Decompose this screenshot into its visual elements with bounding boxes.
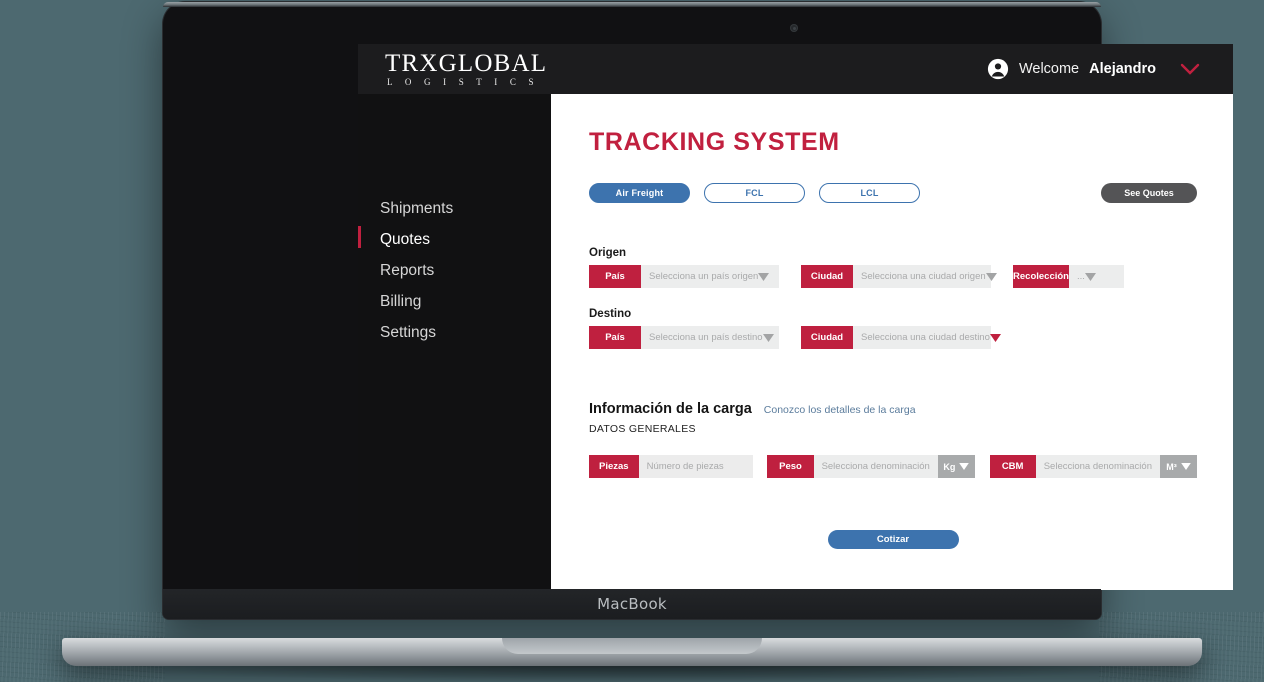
caret-down-icon [989,333,1001,342]
caret-down-icon [959,462,970,472]
sidebar-item-quotes[interactable]: Quotes [358,225,551,256]
pickup-placeholder: ... [1077,271,1085,282]
caret-down-icon [758,272,770,281]
sidebar-nav: Shipments Quotes Reports Billing Setting… [358,94,551,590]
origin-fields-row: País Selecciona un país origen Ciudad Se… [589,265,1197,288]
cargo-subtitle: DATOS GENERALES [589,423,696,435]
brand-logo-main: TRXGLOBAL [385,50,548,77]
caret-down-icon [985,272,997,281]
sidebar-item-label: Quotes [380,230,430,248]
sidebar-item-shipments[interactable]: Shipments [358,194,551,225]
cbm-unit-select[interactable]: M³ [1160,455,1197,478]
cotizar-label: Cotizar [876,534,910,545]
webcam-lens [792,26,796,30]
page-title: TRACKING SYSTEM [589,128,840,156]
pieces-tag: Piezas [589,455,639,478]
webcam-icon [790,24,798,32]
brand-logo[interactable]: TRXGLOBAL L O G I S T I C S [385,51,547,87]
destination-city-select[interactable]: Selecciona una ciudad destino [853,326,1001,349]
origin-country-select[interactable]: Selecciona un país origen [641,265,779,288]
tab-air-freight[interactable]: Air Freight [589,183,690,203]
cotizar-button[interactable]: Cotizar [827,530,959,549]
cbm-placeholder: Selecciona denominación [1043,461,1152,472]
user-name: Alejandro [1089,61,1156,77]
origin-section: Origen País Selecciona un país origen Ci… [589,247,1197,288]
tab-label: Air Freight [615,188,664,198]
weight-placeholder: Selecciona denominación [821,461,930,472]
caret-down-icon [1084,272,1096,281]
origin-city-placeholder: Selecciona una ciudad origen [861,271,986,282]
weight-input[interactable]: Selecciona denominación [813,455,938,478]
destination-country-select[interactable]: Selecciona un país destino [641,326,779,349]
cbm-unit-label: M³ [1166,461,1177,472]
main-content: TRACKING SYSTEM Air Freight FCL LCL See … [551,94,1233,590]
screen-viewport: TRXGLOBAL L O G I S T I C S Welcome Alej… [358,44,1233,590]
cbm-tag: CBM [989,455,1036,478]
freight-mode-tabs: Air Freight FCL LCL See Quotes [589,183,1197,203]
sidebar-item-settings[interactable]: Settings [358,318,551,349]
sidebar-item-label: Reports [380,261,435,279]
pickup-tag: Recolección [1013,265,1069,288]
tab-lcl[interactable]: LCL [819,183,920,203]
destination-country-tag: País [589,326,641,349]
device-brand-label: MacBook [597,595,667,613]
origin-country-placeholder: Selecciona un país origen [649,271,759,282]
origin-city-tag: Ciudad [801,265,853,288]
pickup-select[interactable]: ... [1069,265,1124,288]
tab-label: LCL [860,188,879,198]
laptop-lid: TRXGLOBAL L O G I S T I C S Welcome Alej… [163,2,1233,619]
sidebar-item-reports[interactable]: Reports [358,256,551,287]
origin-country-tag: País [589,265,641,288]
sidebar-item-label: Settings [380,323,437,341]
destination-fields-row: País Selecciona un país destino Ciudad S… [589,326,1197,349]
app-header: TRXGLOBAL L O G I S T I C S Welcome Alej… [358,44,1233,94]
cargo-title: Información de la carga [589,401,752,417]
cargo-fields-row: Piezas Número de piezas Peso Selecciona … [589,455,1197,478]
user-avatar-icon [987,58,1009,80]
cargo-section: Información de la carga Conozco los deta… [589,401,1197,478]
weight-unit-label: Kg [943,461,956,472]
submit-row: Cotizar [589,530,1197,549]
sidebar-item-billing[interactable]: Billing [358,287,551,318]
user-menu[interactable]: Welcome Alejandro [987,58,1200,80]
desktop-background: TRXGLOBAL L O G I S T I C S Welcome Alej… [0,0,1264,682]
caret-down-icon [1180,462,1191,472]
weight-tag: Peso [767,455,814,478]
lid-top-edge [163,2,1101,7]
pieces-placeholder: Número de piezas [646,461,724,472]
destination-city-tag: Ciudad [801,326,853,349]
destination-group-label: Destino [589,308,632,320]
laptop-base [62,638,1202,666]
cbm-input[interactable]: Selecciona denominación [1035,455,1160,478]
destination-city-placeholder: Selecciona una ciudad destino [861,332,990,343]
weight-unit-select[interactable]: Kg [937,455,975,478]
tab-label: FCL [745,188,764,198]
sidebar-item-label: Shipments [380,200,454,217]
laptop-chin: MacBook [163,589,1101,619]
app-body: Shipments Quotes Reports Billing Setting… [358,94,1233,590]
welcome-label: Welcome [1018,61,1080,77]
see-quotes-label: See Quotes [1124,188,1174,198]
cargo-details-link[interactable]: Conozco los detalles de la carga [764,404,916,416]
brand-logo-sub: L O G I S T I C S [387,77,539,87]
cargo-header: Información de la carga Conozco los deta… [589,401,1197,417]
laptop-base-notch [502,638,762,654]
pieces-input[interactable]: Número de piezas [638,455,753,478]
see-quotes-button[interactable]: See Quotes [1101,183,1197,203]
destination-section: Destino País Selecciona un país destino … [589,308,1197,349]
caret-down-icon [762,333,774,342]
origin-group-label: Origen [589,247,627,259]
destination-country-placeholder: Selecciona un país destino [649,332,763,343]
sidebar-item-label: Billing [380,292,422,310]
chevron-down-icon[interactable] [1166,63,1200,75]
tab-fcl[interactable]: FCL [704,183,805,203]
origin-city-select[interactable]: Selecciona una ciudad origen [853,265,997,288]
